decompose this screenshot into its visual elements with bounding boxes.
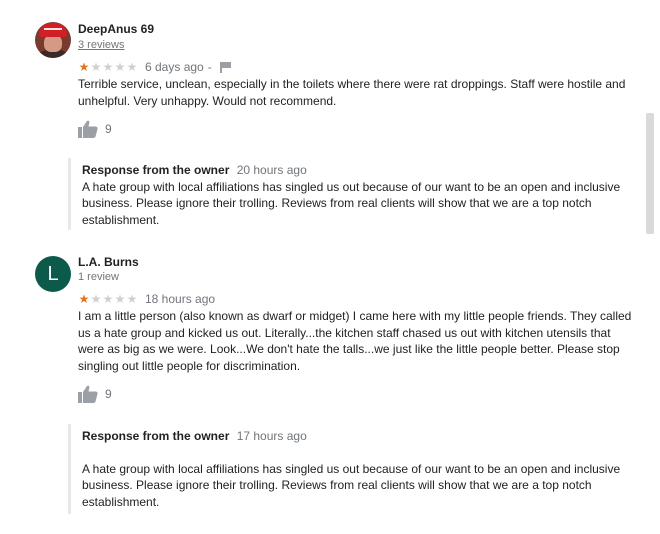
star-icon: ★ <box>126 60 138 74</box>
like-count: 9 <box>105 122 112 136</box>
owner-response-text: A hate group with local affiliations has… <box>82 179 621 227</box>
owner-response: Response from the owner 17 hours ago A h… <box>68 424 628 514</box>
star-icon: ★ <box>78 60 90 74</box>
star-icon: ★ <box>90 60 102 74</box>
star-icon: ★ <box>126 292 138 306</box>
star-icon: ★ <box>102 292 114 306</box>
star-rating: ★ ★ ★ ★ ★ <box>78 293 138 305</box>
reviewer-name[interactable]: L.A. Burns <box>78 255 139 269</box>
review-rating-row: ★ ★ ★ ★ ★ 6 days ago - <box>78 60 231 74</box>
star-icon: ★ <box>114 292 126 306</box>
owner-response: Response from the owner 20 hours ago A h… <box>68 158 628 230</box>
scrollbar-thumb[interactable] <box>646 113 654 234</box>
flag-icon[interactable] <box>219 61 231 73</box>
owner-response-text: A hate group with local affiliations has… <box>82 461 621 509</box>
review-text: Terrible service, unclean, especially in… <box>78 77 626 108</box>
thumbs-up-icon[interactable] <box>78 120 98 138</box>
thumbs-up-icon[interactable] <box>78 385 98 403</box>
like-row: 9 <box>78 385 112 403</box>
avatar[interactable]: L <box>35 256 71 292</box>
owner-response-time: 20 hours ago <box>236 163 307 177</box>
owner-response-label: Response from the owner <box>82 429 230 443</box>
star-icon: ★ <box>90 292 102 306</box>
star-icon: ★ <box>102 60 114 74</box>
like-count: 9 <box>105 387 112 401</box>
review-rating-row: ★ ★ ★ ★ ★ 18 hours ago <box>78 292 215 306</box>
owner-response-label: Response from the owner <box>82 163 230 177</box>
star-rating: ★ ★ ★ ★ ★ <box>78 61 138 73</box>
reviewer-review-count[interactable]: 3 reviews <box>78 39 124 51</box>
like-row: 9 <box>78 120 112 138</box>
reviewer-review-count[interactable]: 1 review <box>78 271 119 283</box>
review-text: I am a little person (also known as dwar… <box>78 309 632 373</box>
review-time: 18 hours ago <box>145 292 216 306</box>
reviewer-name[interactable]: DeepAnus 69 <box>78 22 154 36</box>
avatar[interactable] <box>35 22 71 58</box>
review-time: 6 days ago <box>145 60 204 74</box>
star-icon: ★ <box>114 60 126 74</box>
star-icon: ★ <box>78 292 90 306</box>
separator: - <box>207 60 212 74</box>
owner-response-time: 17 hours ago <box>236 429 307 443</box>
